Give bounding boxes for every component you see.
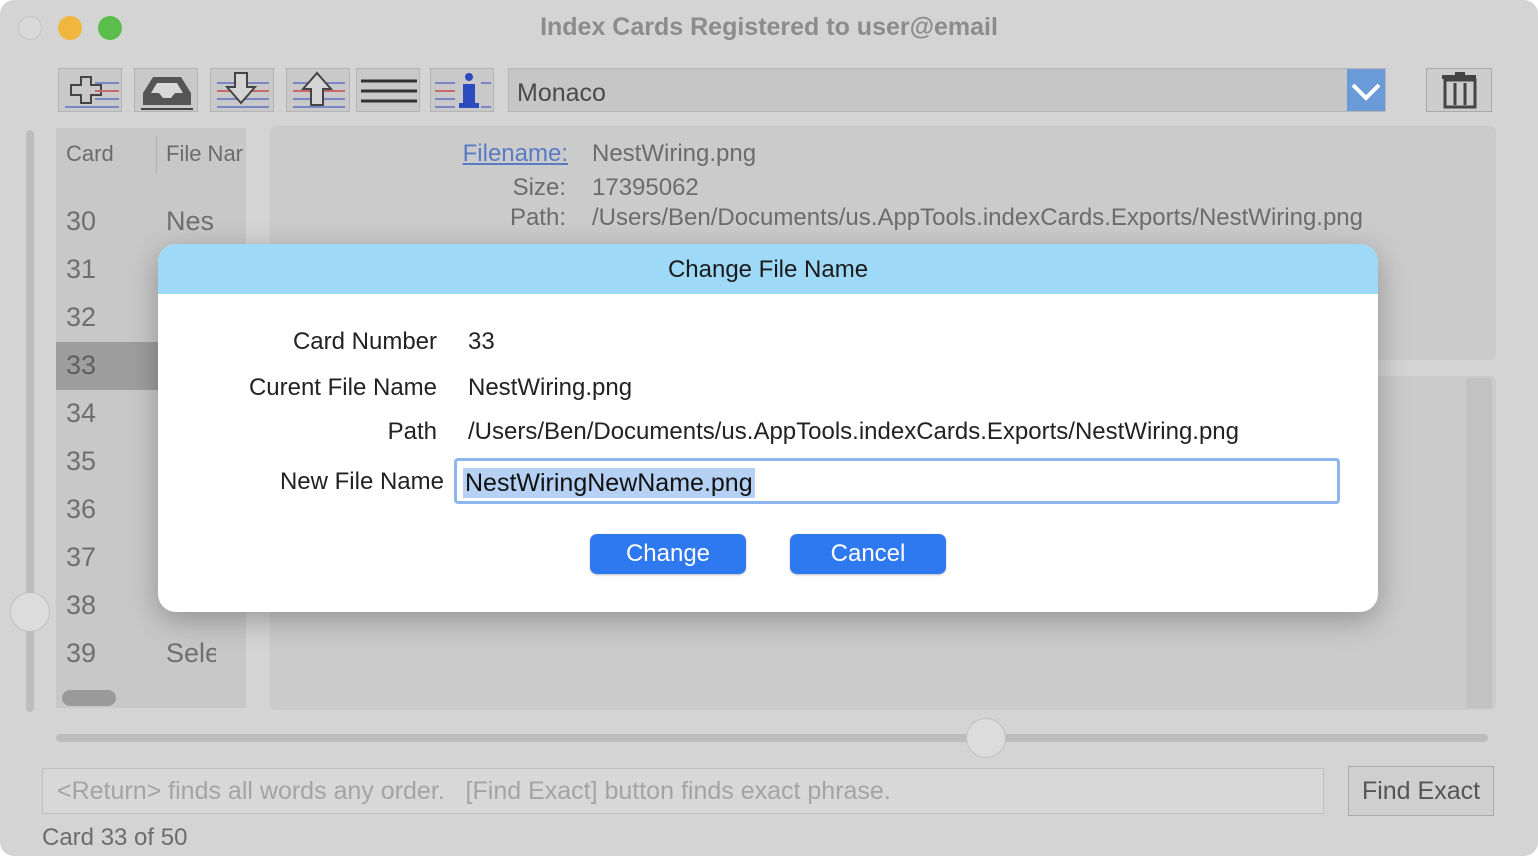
- add-card-icon: [65, 76, 119, 108]
- horizontal-slider-knob[interactable]: [966, 718, 1006, 758]
- column-divider: [156, 136, 157, 174]
- row-card-number: 35: [66, 446, 97, 476]
- horizontal-slider[interactable]: [56, 734, 1488, 742]
- table-horizontal-scrollbar[interactable]: [62, 690, 116, 706]
- cancel-button[interactable]: Cancel: [790, 534, 946, 574]
- trash-icon: [1442, 72, 1477, 109]
- app-window: Index Cards Registered to user@email Mon…: [0, 0, 1538, 856]
- dialog-header: Change File Name: [158, 244, 1378, 294]
- row-card-number: 33: [66, 350, 97, 380]
- row-file-name: Nes: [166, 206, 215, 236]
- row-card-number: 36: [66, 494, 97, 524]
- filename-value: NestWiring.png: [592, 140, 757, 167]
- delete-card-button[interactable]: [1426, 68, 1492, 112]
- change-file-name-dialog: Change File Name Card Number 33 Curent F…: [158, 244, 1378, 612]
- column-header-card[interactable]: Card: [66, 128, 114, 178]
- new-file-name-value: NestWiringNewName.png: [463, 468, 755, 498]
- column-header-file-name[interactable]: File Nar: [166, 128, 243, 178]
- inbox-button[interactable]: [134, 68, 198, 112]
- inbox-icon: [141, 77, 193, 110]
- card-number-value: 33: [468, 328, 495, 355]
- card-number-label: Card Number: [292, 328, 437, 355]
- change-button[interactable]: Change: [590, 534, 746, 574]
- size-label: Size:: [512, 174, 566, 201]
- current-file-name-value: NestWiring.png: [468, 374, 633, 401]
- title-bar: Index Cards Registered to user@email: [0, 0, 1538, 56]
- font-select-value: Monaco: [517, 79, 606, 107]
- info-list-icon: [435, 73, 491, 108]
- font-select[interactable]: Monaco: [508, 68, 1386, 112]
- card-info-button[interactable]: [430, 68, 494, 112]
- current-file-name-label: Curent File Name: [248, 374, 437, 401]
- row-card-number: 30: [66, 206, 97, 236]
- path-value: /Users/Ben/Documents/us.AppTools.indexCa…: [468, 418, 1239, 445]
- new-file-name-input[interactable]: NestWiringNewName.png: [454, 458, 1340, 504]
- filename-label[interactable]: Filename:: [388, 140, 568, 168]
- row-card-number: 37: [66, 542, 97, 572]
- text-lines-button[interactable]: [356, 68, 420, 112]
- path-label: Path: [387, 418, 437, 445]
- card-vertical-slider-knob[interactable]: [10, 592, 50, 632]
- filename-link[interactable]: Filename:: [463, 140, 568, 167]
- row-card-number: 31: [66, 254, 97, 284]
- notes-scrollbar[interactable]: [1466, 378, 1492, 708]
- row-card-number: 34: [66, 398, 97, 428]
- table-row[interactable]: 39 Sele: [56, 630, 216, 678]
- row-card-number: 38: [66, 590, 97, 620]
- row-file-name: Sele: [166, 638, 216, 668]
- export-button[interactable]: [286, 68, 350, 112]
- export-icon: [293, 71, 345, 108]
- font-select-toggle[interactable]: [1347, 69, 1385, 111]
- table-row[interactable]: 30 Nes: [56, 198, 216, 246]
- find-exact-button[interactable]: Find Exact: [1348, 766, 1494, 816]
- path-value: /Users/Ben/Documents/us.AppTools.indexCa…: [592, 204, 1363, 231]
- status-text: Card 33 of 50: [42, 824, 188, 851]
- row-card-number: 39: [66, 638, 97, 668]
- import-icon: [217, 72, 269, 108]
- new-file-name-label: New File Name: [279, 468, 444, 495]
- chevron-down-icon: [1351, 83, 1381, 101]
- search-input[interactable]: [42, 768, 1324, 814]
- path-label: Path:: [509, 204, 566, 231]
- dialog-title: Change File Name: [667, 256, 869, 283]
- import-button[interactable]: [210, 68, 274, 112]
- window-title: Index Cards Registered to user@email: [540, 13, 998, 41]
- size-value: 17395062: [592, 174, 699, 201]
- row-card-number: 32: [66, 302, 97, 332]
- add-card-button[interactable]: [58, 68, 122, 112]
- text-lines-icon: [361, 79, 417, 103]
